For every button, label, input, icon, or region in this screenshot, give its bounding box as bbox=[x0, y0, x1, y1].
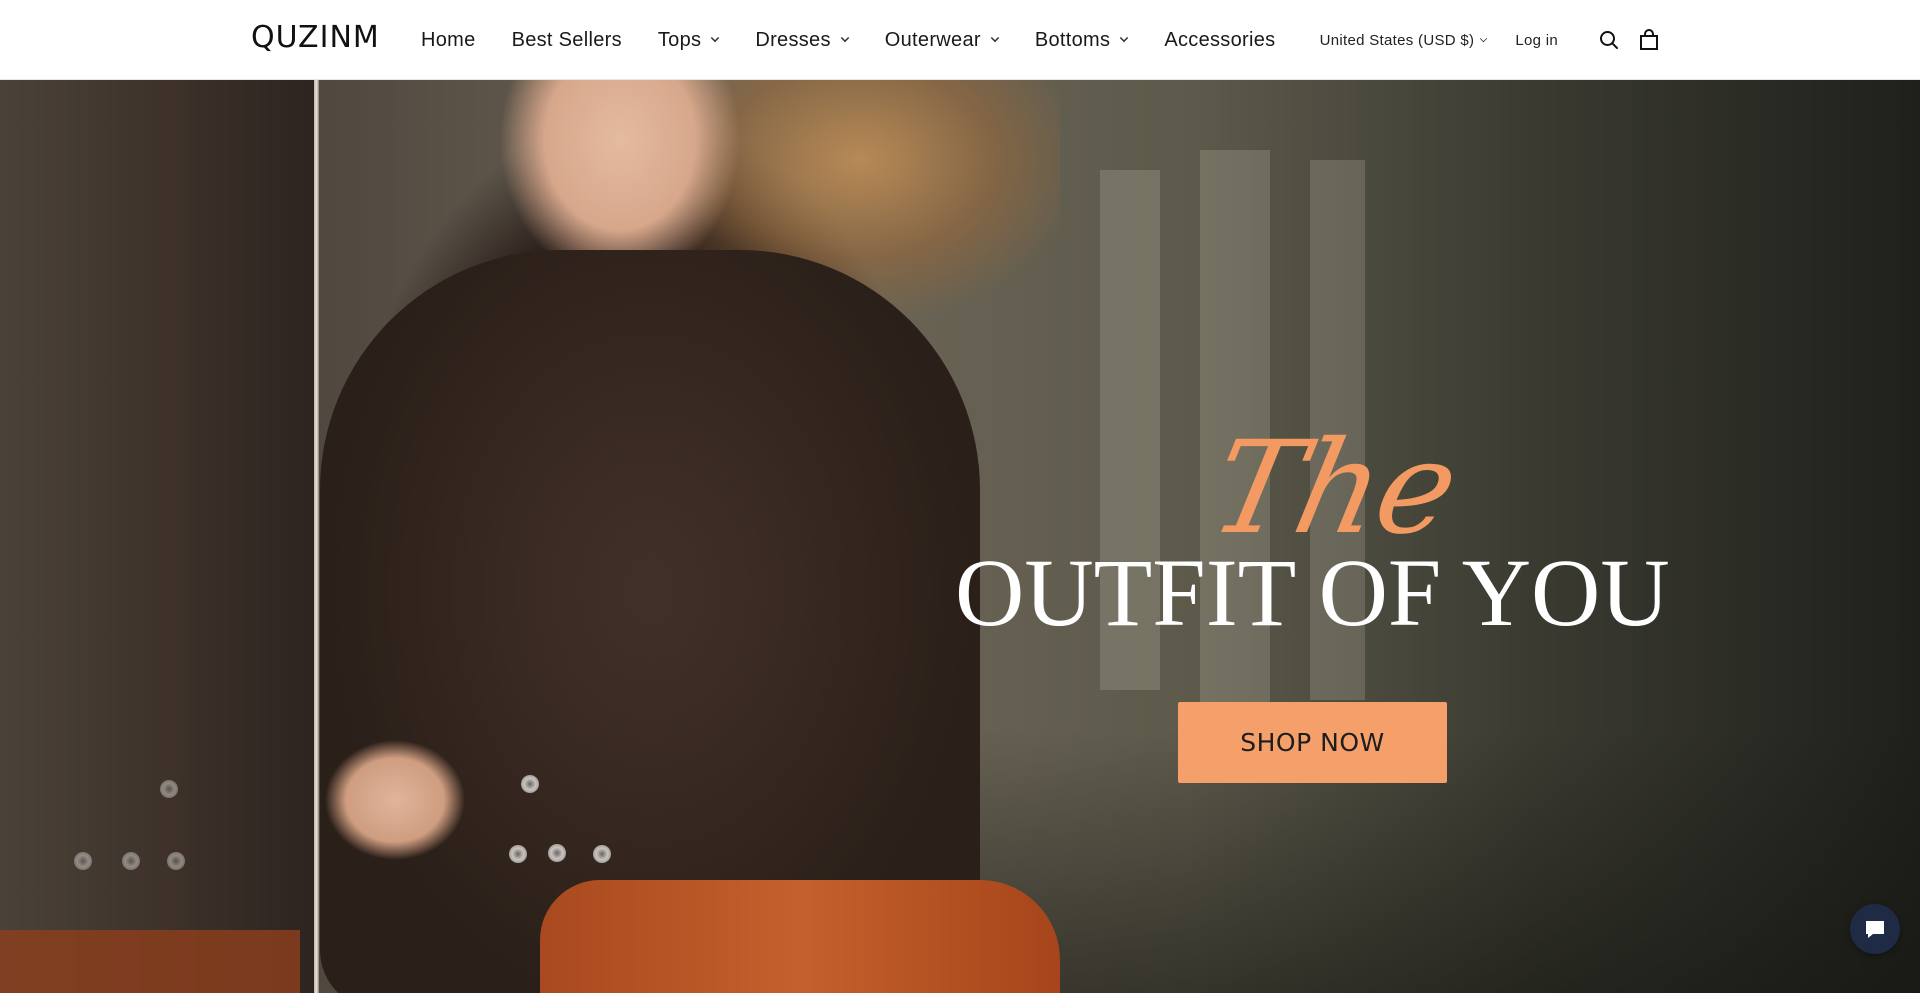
mirror-reflection bbox=[0, 80, 318, 993]
cuff-button-reflection bbox=[122, 852, 140, 870]
chevron-down-icon bbox=[711, 33, 720, 43]
search-icon[interactable] bbox=[1598, 29, 1620, 51]
currency-label: United States (USD $) bbox=[1319, 31, 1475, 49]
hero-title: OUTFIT OF YOU bbox=[955, 539, 1670, 646]
chevron-down-icon bbox=[990, 33, 1000, 43]
hero-banner: The OUTFIT OF YOU SHOP NOW bbox=[0, 80, 1920, 993]
cuff-button bbox=[593, 845, 611, 863]
mirror-edge bbox=[314, 80, 319, 993]
chat-button[interactable] bbox=[1850, 904, 1900, 954]
login-link[interactable]: Log in bbox=[1515, 32, 1558, 49]
currency-selector[interactable]: United States (USD $) bbox=[1320, 32, 1488, 49]
hero-script-text: The bbox=[1199, 414, 1469, 563]
nav-label: Accessories bbox=[1164, 28, 1276, 51]
chevron-down-icon bbox=[1120, 33, 1129, 43]
chevron-down-icon bbox=[1480, 34, 1488, 42]
header-tools: United States (USD $) Log in bbox=[1320, 0, 1660, 80]
cuff-button-reflection bbox=[167, 852, 185, 870]
shop-now-button[interactable]: SHOP NOW bbox=[1178, 702, 1447, 783]
main-nav: Home Best Sellers Tops Dresses Outerwear… bbox=[421, 0, 1311, 80]
nav-label: Best Sellers bbox=[511, 28, 622, 51]
chevron-down-icon bbox=[840, 33, 850, 43]
nav-label: Home bbox=[421, 28, 476, 51]
cuff-button bbox=[521, 775, 539, 793]
nav-item-home[interactable]: Home bbox=[421, 29, 476, 52]
nav-label: Bottoms bbox=[1034, 28, 1111, 51]
cuff-button bbox=[509, 845, 527, 863]
hand-shape bbox=[320, 730, 470, 870]
nav-item-bottoms[interactable]: Bottoms bbox=[1034, 28, 1129, 52]
nav-item-dresses[interactable]: Dresses bbox=[755, 28, 850, 52]
cuff-button-reflection bbox=[74, 852, 92, 870]
nav-label: Dresses bbox=[755, 28, 831, 51]
chat-bubble-icon bbox=[1866, 921, 1884, 938]
skirt-reflection bbox=[0, 930, 300, 993]
site-header: QUZINM Home Best Sellers Tops Dresses Ou… bbox=[0, 0, 1920, 80]
nav-item-accessories[interactable]: Accessories bbox=[1164, 29, 1275, 52]
nav-item-tops[interactable]: Tops bbox=[657, 28, 720, 52]
nav-item-outerwear[interactable]: Outerwear bbox=[884, 28, 1000, 52]
cuff-button-reflection bbox=[160, 780, 178, 798]
nav-item-best-sellers[interactable]: Best Sellers bbox=[512, 29, 622, 52]
skirt-shape bbox=[540, 880, 1060, 993]
cuff-button bbox=[548, 844, 566, 862]
nav-label: Tops bbox=[657, 28, 702, 51]
shopping-bag-icon[interactable] bbox=[1638, 29, 1660, 51]
nav-label: Outerwear bbox=[884, 28, 981, 51]
brand-logo[interactable]: QUZINM bbox=[251, 20, 380, 55]
